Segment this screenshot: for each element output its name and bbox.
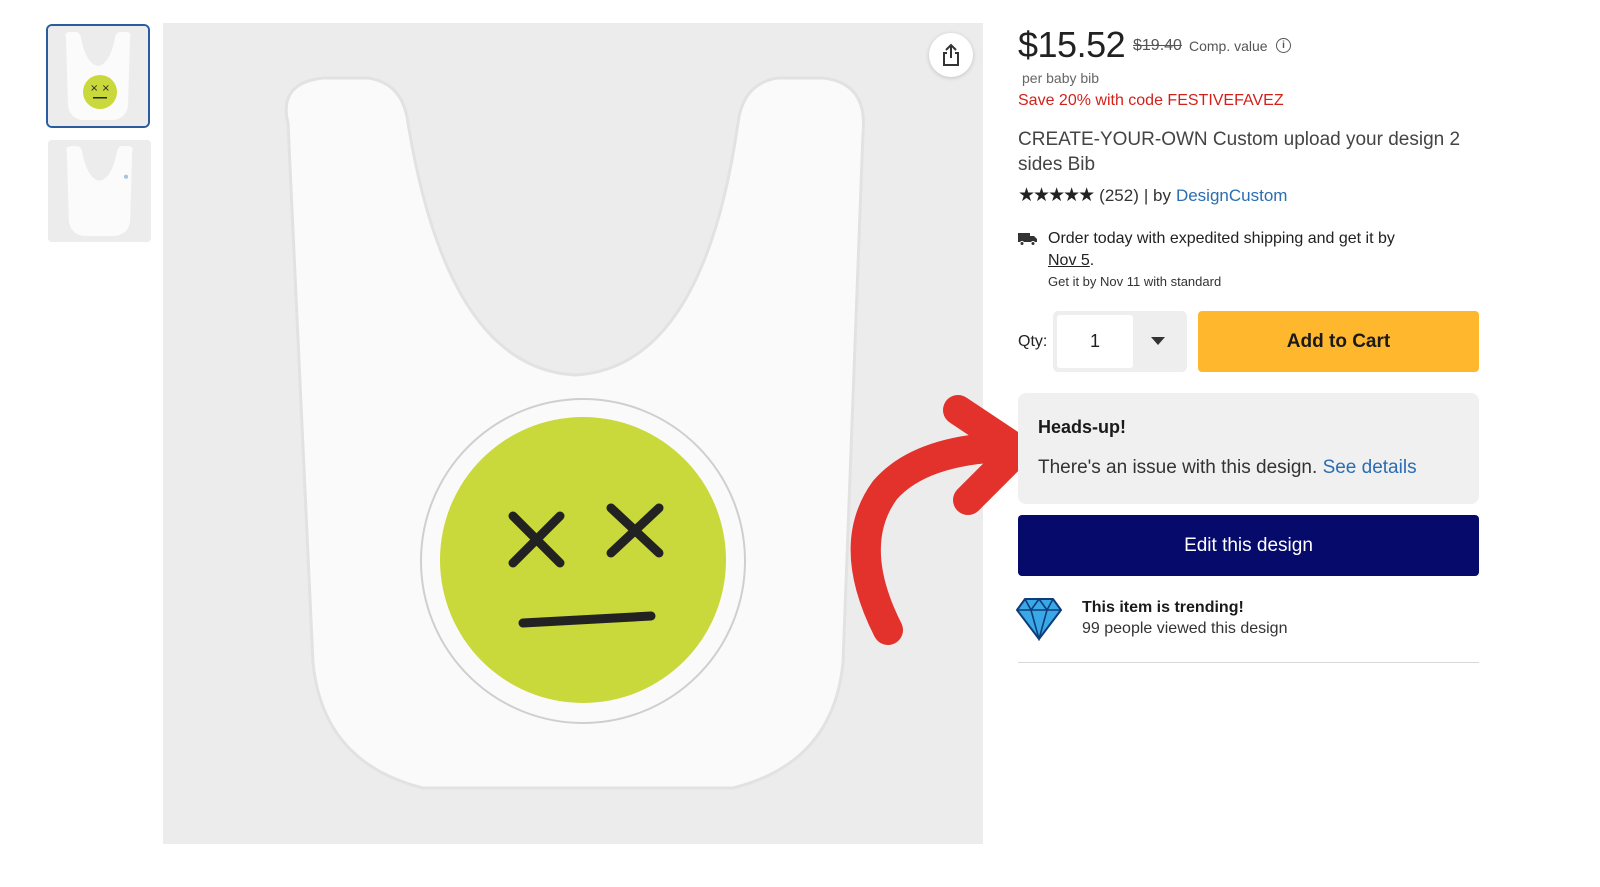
see-details-link[interactable]: See details bbox=[1323, 457, 1417, 478]
rating-row: ★★★★★ (252) | by DesignCustom bbox=[1018, 184, 1287, 207]
product-title: CREATE-YOUR-OWN Custom upload your desig… bbox=[1018, 129, 1461, 175]
bib-image bbox=[163, 23, 983, 844]
notice-body: There's an issue with this design. See d… bbox=[1038, 457, 1417, 479]
thumbnail-back[interactable] bbox=[48, 140, 151, 242]
standard-shipping-text: Get it by Nov 11 with standard bbox=[1048, 274, 1222, 289]
promo-text: Save 20% with code FESTIVEFAVEZ bbox=[1018, 92, 1284, 109]
seller-link[interactable]: DesignCustom bbox=[1176, 186, 1288, 206]
comp-value-label: Comp. value bbox=[1189, 38, 1268, 54]
svg-text:× ×: × × bbox=[90, 83, 110, 94]
add-to-cart-button[interactable]: Add to Cart bbox=[1198, 311, 1479, 372]
divider bbox=[1018, 662, 1479, 663]
edit-design-button[interactable]: Edit this design bbox=[1018, 515, 1479, 576]
trending-subtitle: 99 people viewed this design bbox=[1082, 620, 1288, 637]
per-unit-label: per baby bib bbox=[1022, 70, 1100, 86]
notice-message: There's an issue with this design. bbox=[1038, 457, 1318, 478]
trending-title: This item is trending! bbox=[1082, 599, 1244, 616]
shipping-date-row: Nov 5. bbox=[1048, 252, 1094, 270]
chevron-down-icon[interactable] bbox=[1151, 337, 1165, 345]
by-label: | by bbox=[1143, 185, 1171, 205]
share-button[interactable] bbox=[929, 33, 973, 77]
bib-back-thumbnail-image bbox=[48, 140, 151, 242]
shipping-date[interactable]: Nov 5 bbox=[1048, 252, 1090, 269]
share-icon bbox=[943, 43, 959, 66]
quantity-input[interactable]: 1 bbox=[1057, 315, 1133, 368]
star-rating-icon: ★★★★★ bbox=[1018, 185, 1095, 206]
price: $15.52 bbox=[1018, 24, 1126, 65]
qty-label: Qty: bbox=[1018, 333, 1048, 350]
rating-count[interactable]: (252) bbox=[1099, 186, 1139, 206]
notice-title: Heads-up! bbox=[1038, 417, 1127, 437]
shipping-date-suffix: . bbox=[1089, 252, 1095, 269]
old-price: $19.40 bbox=[1133, 37, 1182, 54]
heads-up-notice: Heads-up! There's an issue with this des… bbox=[1018, 393, 1479, 504]
bib-thumbnail-image: × × bbox=[48, 26, 148, 126]
truck-icon bbox=[1018, 233, 1037, 246]
thumbnail-front[interactable]: × × bbox=[46, 24, 150, 128]
info-icon[interactable]: i bbox=[1276, 38, 1291, 53]
quantity-select[interactable]: 1 bbox=[1053, 311, 1187, 372]
diamond-icon bbox=[1016, 597, 1062, 641]
product-image bbox=[163, 23, 983, 844]
shipping-text: Order today with expedited shipping and … bbox=[1048, 230, 1395, 247]
